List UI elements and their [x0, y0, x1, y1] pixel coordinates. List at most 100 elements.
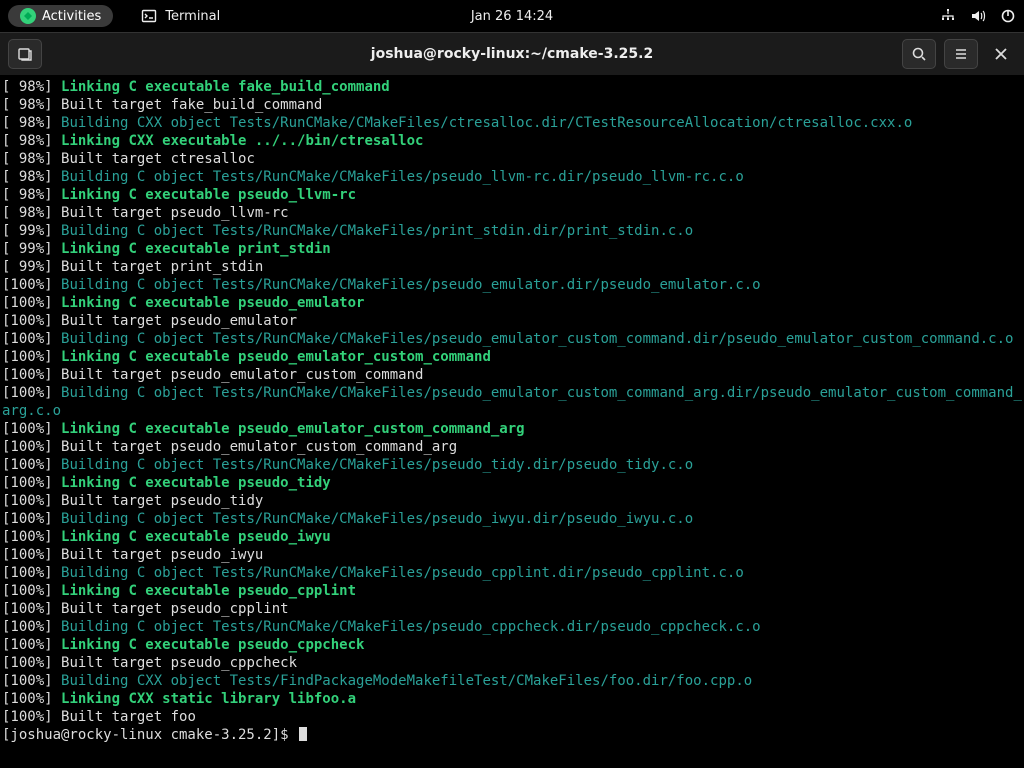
output-message: Linking C executable pseudo_llvm-rc — [61, 187, 356, 203]
progress-percent: [100%] — [2, 709, 61, 725]
progress-percent: [100%] — [2, 295, 61, 311]
progress-percent: [100%] — [2, 691, 61, 707]
output-message: Building C object Tests/RunCMake/CMakeFi… — [61, 457, 693, 473]
progress-percent: [100%] — [2, 385, 61, 401]
progress-percent: [100%] — [2, 349, 61, 365]
progress-percent: [100%] — [2, 529, 61, 545]
progress-percent: [ 99%] — [2, 259, 61, 275]
close-button[interactable] — [986, 39, 1016, 69]
progress-percent: [100%] — [2, 547, 61, 563]
clock[interactable]: Jan 26 14:24 — [471, 9, 553, 24]
output-line: [ 98%] Linking C executable pseudo_llvm-… — [2, 186, 1022, 204]
output-message: Linking C executable print_stdin — [61, 241, 331, 257]
progress-percent: [ 98%] — [2, 97, 61, 113]
output-message: Built target ctresalloc — [61, 151, 255, 167]
activities-button[interactable]: Activities — [8, 5, 113, 27]
output-message: Built target pseudo_cpplint — [61, 601, 289, 617]
output-line: [100%] Linking C executable pseudo_emula… — [2, 294, 1022, 312]
network-icon[interactable] — [940, 8, 956, 24]
app-label: Terminal — [165, 9, 220, 24]
output-line: [100%] Built target pseudo_cpplint — [2, 600, 1022, 618]
cursor — [299, 727, 307, 741]
progress-percent: [ 98%] — [2, 151, 61, 167]
output-message: Linking C executable pseudo_emulator — [61, 295, 364, 311]
output-message: Built target pseudo_emulator_custom_comm… — [61, 367, 423, 383]
progress-percent: [100%] — [2, 493, 61, 509]
output-line: [100%] Linking C executable pseudo_cppch… — [2, 636, 1022, 654]
output-message: Built target pseudo_cppcheck — [61, 655, 297, 671]
output-line: [ 98%] Linking C executable fake_build_c… — [2, 78, 1022, 96]
output-message: Building CXX object Tests/FindPackageMod… — [61, 673, 752, 689]
progress-percent: [ 99%] — [2, 241, 61, 257]
output-line: [100%] Linking C executable pseudo_cppli… — [2, 582, 1022, 600]
progress-percent: [100%] — [2, 601, 61, 617]
output-message: Built target pseudo_llvm-rc — [61, 205, 289, 221]
output-message: Building C object Tests/RunCMake/CMakeFi… — [61, 331, 1013, 347]
output-line: [ 99%] Building C object Tests/RunCMake/… — [2, 222, 1022, 240]
progress-percent: [ 98%] — [2, 79, 61, 95]
output-line: [100%] Built target pseudo_tidy — [2, 492, 1022, 510]
output-line: [ 98%] Building CXX object Tests/RunCMak… — [2, 114, 1022, 132]
output-line: [100%] Building C object Tests/RunCMake/… — [2, 330, 1022, 348]
output-message: Built target pseudo_emulator_custom_comm… — [61, 439, 457, 455]
progress-percent: [100%] — [2, 457, 61, 473]
output-message: Linking C executable pseudo_cpplint — [61, 583, 356, 599]
volume-icon[interactable] — [970, 8, 986, 24]
progress-percent: [100%] — [2, 565, 61, 581]
progress-percent: [100%] — [2, 331, 61, 347]
progress-percent: [100%] — [2, 313, 61, 329]
output-message: Building C object Tests/RunCMake/CMakeFi… — [61, 619, 761, 635]
progress-percent: [ 98%] — [2, 205, 61, 221]
search-button[interactable] — [902, 39, 936, 69]
system-tray — [940, 8, 1016, 24]
output-message: Built target pseudo_iwyu — [61, 547, 263, 563]
output-message: Built target foo — [61, 709, 196, 725]
prompt-line[interactable]: [joshua@rocky-linux cmake-3.25.2]$ — [2, 726, 1022, 744]
output-line: [100%] Building C object Tests/RunCMake/… — [2, 276, 1022, 294]
power-icon[interactable] — [1000, 8, 1016, 24]
new-tab-button[interactable] — [8, 39, 42, 69]
output-line: [100%] Building C object Tests/RunCMake/… — [2, 456, 1022, 474]
output-line: [100%] Building CXX object Tests/FindPac… — [2, 672, 1022, 690]
output-message: Building C object Tests/RunCMake/CMakeFi… — [61, 223, 693, 239]
output-line: [100%] Building C object Tests/RunCMake/… — [2, 510, 1022, 528]
output-line: [100%] Linking C executable pseudo_emula… — [2, 420, 1022, 438]
activities-icon — [20, 8, 36, 24]
gnome-topbar: Activities Terminal Jan 26 14:24 — [0, 0, 1024, 32]
progress-percent: [ 99%] — [2, 223, 61, 239]
progress-percent: [ 98%] — [2, 115, 61, 131]
output-line: [ 99%] Linking C executable print_stdin — [2, 240, 1022, 258]
output-message: Built target print_stdin — [61, 259, 263, 275]
output-line: [ 99%] Built target print_stdin — [2, 258, 1022, 276]
output-line: [100%] Built target pseudo_emulator — [2, 312, 1022, 330]
terminal-output[interactable]: [ 98%] Linking C executable fake_build_c… — [0, 76, 1024, 768]
output-message: Built target pseudo_emulator — [61, 313, 297, 329]
menu-button[interactable] — [944, 39, 978, 69]
output-message: Building C object Tests/RunCMake/CMakeFi… — [2, 385, 1022, 419]
window-titlebar: joshua@rocky-linux:~/cmake-3.25.2 — [0, 32, 1024, 76]
progress-percent: [100%] — [2, 421, 61, 437]
terminal-icon — [141, 8, 157, 24]
output-message: Linking C executable fake_build_command — [61, 79, 390, 95]
output-line: [100%] Built target foo — [2, 708, 1022, 726]
output-message: Linking C executable pseudo_tidy — [61, 475, 331, 491]
output-message: Built target pseudo_tidy — [61, 493, 263, 509]
output-line: [ 98%] Built target ctresalloc — [2, 150, 1022, 168]
progress-percent: [100%] — [2, 673, 61, 689]
progress-percent: [ 98%] — [2, 187, 61, 203]
output-line: [100%] Linking CXX static library libfoo… — [2, 690, 1022, 708]
progress-percent: [100%] — [2, 367, 61, 383]
output-message: Building C object Tests/RunCMake/CMakeFi… — [61, 565, 744, 581]
output-line: [ 98%] Building C object Tests/RunCMake/… — [2, 168, 1022, 186]
app-indicator[interactable]: Terminal — [141, 8, 220, 24]
window-title: joshua@rocky-linux:~/cmake-3.25.2 — [371, 46, 653, 62]
progress-percent: [100%] — [2, 619, 61, 635]
output-line: [100%] Built target pseudo_emulator_cust… — [2, 438, 1022, 456]
output-message: Linking C executable pseudo_emulator_cus… — [61, 349, 491, 365]
output-line: [ 98%] Linking CXX executable ../../bin/… — [2, 132, 1022, 150]
progress-percent: [100%] — [2, 637, 61, 653]
output-message: Linking CXX static library libfoo.a — [61, 691, 356, 707]
output-line: [100%] Linking C executable pseudo_iwyu — [2, 528, 1022, 546]
progress-percent: [100%] — [2, 583, 61, 599]
output-message: Linking C executable pseudo_cppcheck — [61, 637, 364, 653]
